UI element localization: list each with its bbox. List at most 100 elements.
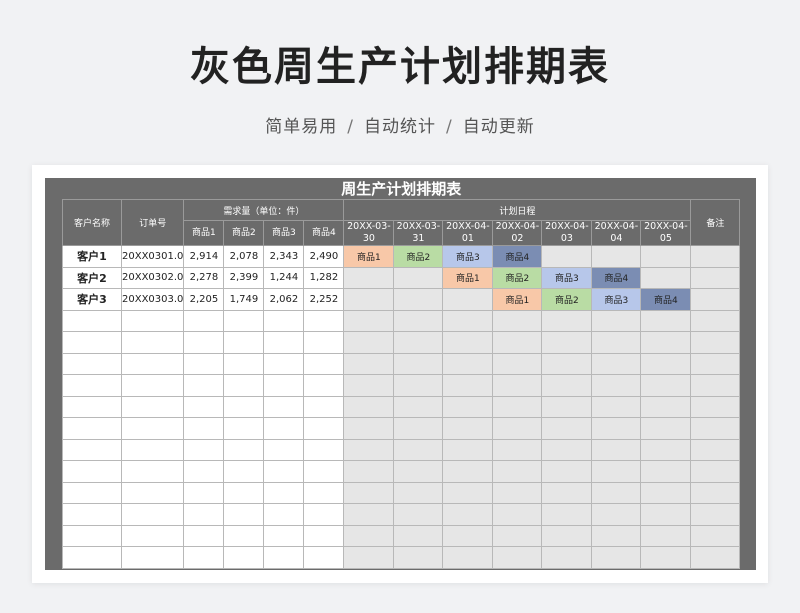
empty-cell[interactable] (442, 374, 494, 397)
empty-cell[interactable] (541, 309, 593, 332)
empty-cell[interactable] (343, 417, 395, 440)
empty-cell[interactable] (343, 460, 395, 483)
order-cell[interactable]: 20XX0302.0 (120, 266, 185, 289)
empty-cell[interactable] (223, 481, 265, 504)
empty-cell[interactable] (690, 481, 741, 504)
empty-cell[interactable] (263, 546, 305, 569)
quantity-cell[interactable]: 2,490 (303, 245, 345, 268)
quantity-cell[interactable]: 2,078 (223, 245, 265, 268)
empty-cell[interactable] (62, 417, 122, 440)
empty-cell[interactable] (303, 460, 345, 483)
empty-cell[interactable] (591, 395, 642, 418)
empty-cell[interactable] (223, 438, 265, 461)
empty-cell[interactable] (640, 438, 692, 461)
empty-cell[interactable] (183, 331, 225, 354)
empty-cell[interactable] (690, 417, 741, 440)
empty-cell[interactable] (183, 309, 225, 332)
empty-cell[interactable] (223, 503, 265, 526)
quantity-cell[interactable]: 2,252 (303, 288, 345, 311)
empty-cell[interactable] (62, 395, 122, 418)
empty-cell[interactable] (62, 524, 122, 547)
empty-cell[interactable] (183, 503, 225, 526)
empty-cell[interactable] (591, 546, 642, 569)
empty-cell[interactable] (62, 481, 122, 504)
empty-cell[interactable] (541, 460, 593, 483)
empty-cell[interactable] (640, 460, 692, 483)
empty-cell[interactable] (120, 438, 185, 461)
empty-cell[interactable] (690, 331, 741, 354)
empty-cell[interactable] (183, 546, 225, 569)
empty-cell[interactable] (62, 503, 122, 526)
empty-cell[interactable] (393, 524, 444, 547)
empty-cell[interactable] (442, 438, 494, 461)
empty-cell[interactable] (62, 309, 122, 332)
empty-cell[interactable] (263, 395, 305, 418)
empty-cell[interactable] (640, 417, 692, 440)
empty-cell[interactable] (690, 503, 741, 526)
empty-cell[interactable] (442, 417, 494, 440)
empty-cell[interactable] (442, 331, 494, 354)
empty-cell[interactable] (120, 395, 185, 418)
empty-cell[interactable] (303, 524, 345, 547)
empty-cell[interactable] (263, 460, 305, 483)
empty-cell[interactable] (492, 331, 543, 354)
empty-cell[interactable] (442, 546, 494, 569)
empty-cell[interactable] (183, 352, 225, 375)
empty-cell[interactable] (62, 331, 122, 354)
schedule-cell[interactable]: 商品1 (442, 266, 494, 289)
empty-cell[interactable] (591, 331, 642, 354)
empty-cell[interactable] (393, 460, 444, 483)
empty-cell[interactable] (62, 352, 122, 375)
quantity-cell[interactable]: 2,399 (223, 266, 265, 289)
empty-cell[interactable] (442, 503, 494, 526)
empty-cell[interactable] (393, 395, 444, 418)
empty-cell[interactable] (62, 374, 122, 397)
empty-cell[interactable] (183, 438, 225, 461)
empty-cell[interactable] (492, 481, 543, 504)
empty-cell[interactable] (492, 309, 543, 332)
customer-cell[interactable]: 客户2 (62, 266, 122, 289)
empty-cell[interactable] (223, 460, 265, 483)
empty-cell[interactable] (393, 352, 444, 375)
empty-cell[interactable] (183, 460, 225, 483)
empty-cell[interactable] (183, 395, 225, 418)
empty-cell[interactable] (442, 309, 494, 332)
empty-cell[interactable] (541, 352, 593, 375)
empty-cell[interactable] (541, 395, 593, 418)
empty-cell[interactable] (183, 417, 225, 440)
empty-cell[interactable] (393, 374, 444, 397)
empty-cell[interactable] (303, 309, 345, 332)
empty-cell[interactable] (303, 546, 345, 569)
empty-cell[interactable] (393, 481, 444, 504)
empty-cell[interactable] (223, 374, 265, 397)
schedule-cell[interactable]: 商品3 (541, 266, 593, 289)
schedule-cell[interactable]: 商品1 (492, 288, 543, 311)
empty-cell[interactable] (223, 331, 265, 354)
empty-cell[interactable] (492, 395, 543, 418)
schedule-cell[interactable] (442, 288, 494, 311)
empty-cell[interactable] (343, 524, 395, 547)
empty-cell[interactable] (591, 438, 642, 461)
empty-cell[interactable] (492, 546, 543, 569)
empty-cell[interactable] (223, 417, 265, 440)
empty-cell[interactable] (120, 546, 185, 569)
empty-cell[interactable] (690, 352, 741, 375)
empty-cell[interactable] (343, 352, 395, 375)
empty-cell[interactable] (591, 460, 642, 483)
empty-cell[interactable] (690, 374, 741, 397)
empty-cell[interactable] (303, 438, 345, 461)
empty-cell[interactable] (393, 417, 444, 440)
empty-cell[interactable] (492, 524, 543, 547)
customer-cell[interactable]: 客户1 (62, 245, 122, 268)
schedule-cell[interactable]: 商品4 (492, 245, 543, 268)
quantity-cell[interactable]: 2,062 (263, 288, 305, 311)
empty-cell[interactable] (120, 503, 185, 526)
empty-cell[interactable] (303, 352, 345, 375)
empty-cell[interactable] (393, 546, 444, 569)
empty-cell[interactable] (591, 481, 642, 504)
empty-cell[interactable] (263, 352, 305, 375)
schedule-cell[interactable] (343, 266, 395, 289)
schedule-cell[interactable]: 商品1 (343, 245, 395, 268)
empty-cell[interactable] (120, 374, 185, 397)
schedule-cell[interactable]: 商品2 (541, 288, 593, 311)
